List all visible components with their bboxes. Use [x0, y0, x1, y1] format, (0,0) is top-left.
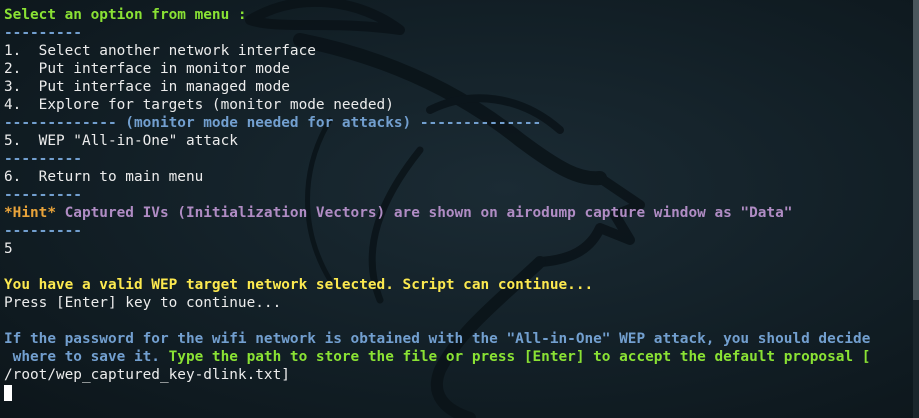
terminal-text: ---------: [4, 187, 82, 203]
terminal-line: ---------: [4, 222, 907, 240]
terminal-line: ---------: [4, 150, 907, 168]
terminal-line: Select an option from menu :: [4, 6, 907, 24]
terminal-window[interactable]: Select an option from menu : --------- 1. …: [0, 0, 919, 418]
terminal-text-segment: Type the path to store the file or press…: [159, 349, 871, 365]
terminal-line: ---------: [4, 186, 907, 204]
terminal-line: 5: [4, 240, 907, 258]
terminal-line: If the password for the wifi network is …: [4, 330, 907, 348]
terminal-output: Select an option from menu : --------- 1. …: [4, 6, 907, 402]
terminal-line: ------------- (monitor mode needed for a…: [4, 114, 907, 132]
terminal-line: 5. WEP "All-in-One" attack: [4, 132, 907, 150]
scrollbar-thumb[interactable]: [913, 0, 919, 300]
terminal-text: /root/wep_captured_key-dlink.txt]: [4, 367, 290, 383]
text-cursor: [4, 385, 12, 401]
terminal-line: 6. Return to main menu: [4, 168, 907, 186]
terminal-text-segment: *Hint*: [4, 205, 56, 221]
terminal-line: You have a valid WEP target network sele…: [4, 276, 907, 294]
terminal-text: 5. WEP "All-in-One" attack: [4, 133, 238, 149]
terminal-text: You have a valid WEP target network sele…: [4, 277, 594, 293]
terminal-line: 2. Put interface in monitor mode: [4, 60, 907, 78]
terminal-text-segment: where to save it.: [4, 349, 160, 365]
terminal-line: 3. Put interface in managed mode: [4, 78, 907, 96]
terminal-text: 6. Return to main menu: [4, 169, 204, 185]
terminal-text: 2. Put interface in monitor mode: [4, 61, 290, 77]
terminal-text: 3. Put interface in managed mode: [4, 79, 290, 95]
terminal-line: where to save it. Type the path to store…: [4, 348, 907, 366]
terminal-text: Select an option from menu :: [4, 7, 247, 23]
terminal-text: ------------- (monitor mode needed for a…: [4, 115, 542, 131]
terminal-text: ---------: [4, 223, 82, 239]
terminal-text: Press [Enter] key to continue...: [4, 295, 282, 311]
terminal-text: 4. Explore for targets (monitor mode nee…: [4, 97, 394, 113]
terminal-text: ---------: [4, 151, 82, 167]
terminal-scrollbar[interactable]: [913, 0, 919, 418]
terminal-text: If the password for the wifi network is …: [4, 331, 871, 347]
terminal-line: ---------: [4, 24, 907, 42]
terminal-text: 5: [4, 241, 13, 257]
terminal-text: ---------: [4, 25, 82, 41]
terminal-line: *Hint* Captured IVs (Initialization Vect…: [4, 204, 907, 222]
terminal-text: 1. Select another network interface: [4, 43, 316, 59]
terminal-line: 4. Explore for targets (monitor mode nee…: [4, 96, 907, 114]
terminal-text-segment: Captured IVs (Initialization Vectors) ar…: [55, 205, 793, 221]
terminal-line: 1. Select another network interface: [4, 42, 907, 60]
terminal-line: Press [Enter] key to continue...: [4, 294, 907, 312]
terminal-prompt-line[interactable]: [4, 384, 907, 402]
terminal-line: /root/wep_captured_key-dlink.txt]: [4, 366, 907, 384]
